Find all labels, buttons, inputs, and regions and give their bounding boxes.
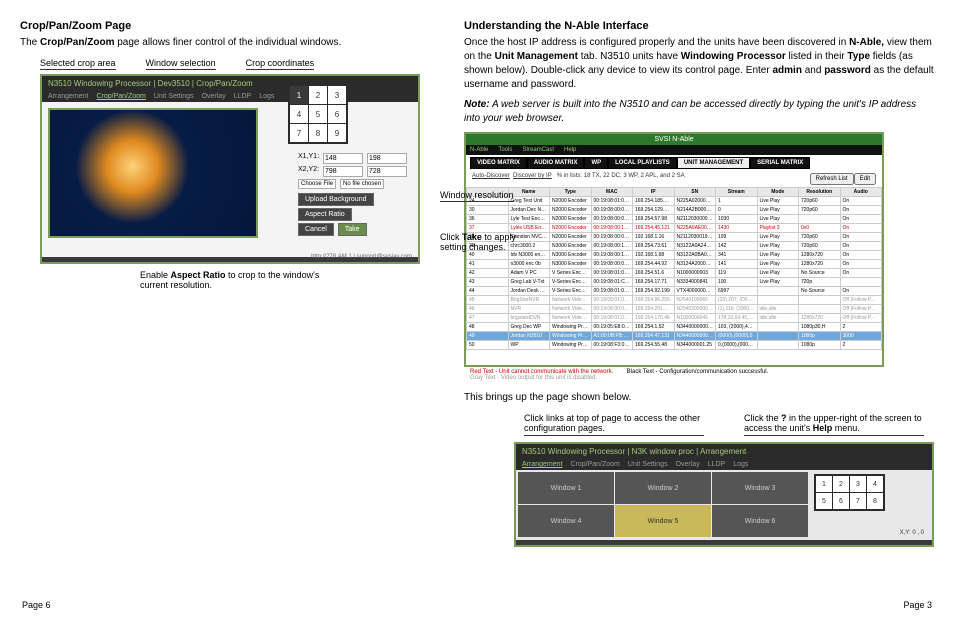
footer-link[interactable]: http://278.AM.1 | support@svsiav.com <box>311 254 412 260</box>
screenshot-crop-pan-zoom: N3510 Windowing Processor | Dev3510 | Cr… <box>40 74 420 264</box>
cancel-button[interactable]: Cancel <box>298 223 334 236</box>
table-legend: Red Text - Unit cannot communicate with … <box>464 367 934 383</box>
right-note: Note: A web server is built into the N35… <box>464 98 934 126</box>
screenshot-nable: SVSI N-Able N-AbleToolsStreamCastHelp VI… <box>464 132 884 367</box>
discover-ip-link[interactable]: Discover by IP <box>513 173 552 179</box>
arr-title: N3510 Windowing Processor | N3K window p… <box>516 444 932 459</box>
callout-help: Click the ? in the upper-right of the sc… <box>744 413 924 436</box>
aspect-ratio-button[interactable]: Aspect Ratio <box>298 208 352 221</box>
callout-window-selection: Window selection <box>146 58 216 70</box>
y2-input[interactable] <box>367 166 407 177</box>
y1-input[interactable] <box>367 153 407 164</box>
page-num-left: Page 6 <box>22 600 51 610</box>
nable-menu[interactable]: N-AbleToolsStreamCastHelp <box>466 145 882 155</box>
config-tabs[interactable]: Arrangement Crop/Pan/Zoom Unit Settings … <box>42 91 418 102</box>
right-p1: Once the host IP address is configured p… <box>464 36 934 92</box>
screenshot-arrangement: N3510 Windowing Processor | N3K window p… <box>514 442 934 547</box>
callout-links: Click links at top of page to access the… <box>524 413 704 436</box>
callout-take: Click Take to apply setting changes. <box>440 232 520 252</box>
edit-button[interactable]: Edit <box>854 173 876 185</box>
help-icon[interactable]: ? <box>945 2 950 11</box>
brings-text: This brings up the page shown below. <box>464 391 934 405</box>
x1-input[interactable] <box>323 153 363 164</box>
refresh-button[interactable]: Refresh List <box>810 173 854 185</box>
choose-file-button[interactable]: Choose File <box>298 179 336 189</box>
xy-readout: X,Y: 0 , 0 <box>900 530 924 536</box>
left-intro: The Crop/Pan/Zoom page allows finer cont… <box>20 36 444 50</box>
preset-grid[interactable]: 1234 5678 <box>814 474 885 511</box>
window-title: N3510 Windowing Processor | Dev3510 | Cr… <box>42 76 418 91</box>
page-num-right: Page 3 <box>903 600 932 610</box>
nable-tabs[interactable]: VIDEO MATRIXAUDIO MATRIXWPLOCAL PLAYLIST… <box>470 157 878 169</box>
callout-window-res: Window resolution <box>440 190 514 202</box>
callout-crop-coords: Crop coordinates <box>246 58 315 70</box>
window-grid[interactable]: 123 456 789 <box>288 84 348 144</box>
crop-preview[interactable] <box>48 108 258 238</box>
x2-input[interactable] <box>323 166 363 177</box>
callout-selected-crop: Selected crop area <box>40 58 116 70</box>
right-heading: Understanding the N-Able Interface <box>464 20 934 32</box>
left-heading: Crop/Pan/Zoom Page <box>20 20 444 32</box>
unit-table[interactable]: NameTypeMACIPSNStreamModeResolutionAudio… <box>466 187 882 350</box>
callout-aspect: Enable Aspect Ratio to crop to the windo… <box>140 270 320 290</box>
arr-tabs[interactable]: ArrangementCrop/Pan/ZoomUnit SettingsOve… <box>516 459 932 470</box>
window-layout[interactable]: Window 1Window 2Window 3 Window 4Window … <box>518 472 808 537</box>
auto-discover-link[interactable]: Auto-Discover <box>472 173 510 179</box>
take-button[interactable]: Take <box>338 223 367 236</box>
upload-button[interactable]: Upload Background <box>298 193 374 206</box>
nable-title: SVSI N-Able <box>466 134 882 145</box>
